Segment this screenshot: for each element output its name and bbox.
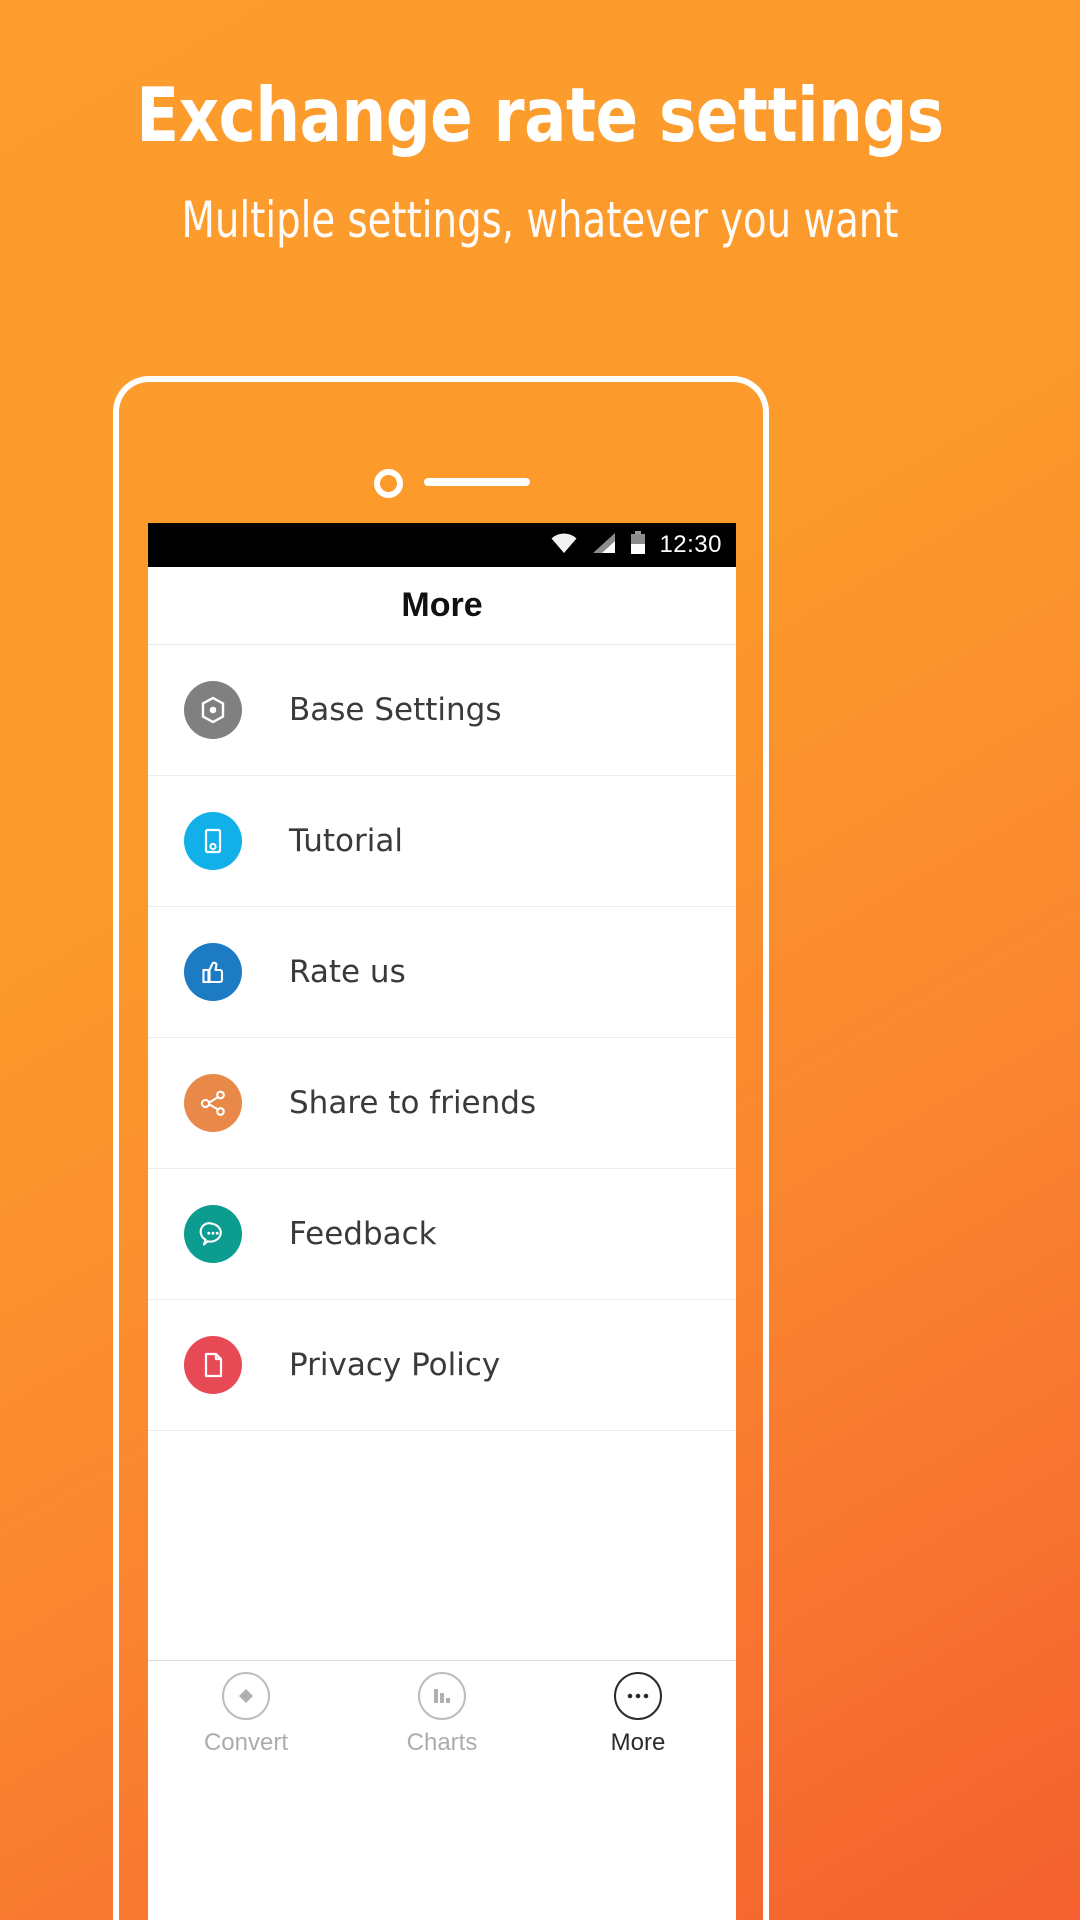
list-item-label: Feedback <box>289 1216 437 1252</box>
battery-icon <box>630 530 646 560</box>
tab-more[interactable]: More <box>540 1661 736 1757</box>
list-item-base-settings[interactable]: Base Settings <box>148 645 736 776</box>
ellipsis-icon <box>614 1672 662 1720</box>
list-item-feedback[interactable]: Feedback <box>148 1169 736 1300</box>
list-item-privacy-policy[interactable]: Privacy Policy <box>148 1300 736 1431</box>
camera-dot-icon <box>374 469 403 498</box>
status-bar: 12:30 <box>148 523 736 567</box>
page-subtitle: Multiple settings, whatever you want <box>181 191 899 249</box>
thumbs-up-icon <box>184 943 242 1001</box>
speaker-bar-icon <box>424 478 530 486</box>
list-item-label: Rate us <box>289 954 406 990</box>
cell-signal-icon <box>591 532 617 559</box>
tab-label: More <box>610 1729 666 1756</box>
tab-convert[interactable]: Convert <box>148 1661 344 1757</box>
page-title: Exchange rate settings <box>136 71 944 159</box>
wifi-icon <box>550 532 578 559</box>
list-item-label: Tutorial <box>289 823 403 859</box>
app-bar: More <box>148 567 736 645</box>
device-icon <box>184 812 242 870</box>
list-item-rate-us[interactable]: Rate us <box>148 907 736 1038</box>
list-item-share-to-friends[interactable]: Share to friends <box>148 1038 736 1169</box>
tab-label: Charts <box>406 1729 478 1756</box>
phone-screen: 12:30 More Base Settings Tutorial Rate u… <box>148 523 736 1920</box>
status-bar-time: 12:30 <box>659 531 722 558</box>
bar-chart-icon <box>418 1672 466 1720</box>
list-item-label: Privacy Policy <box>289 1347 501 1383</box>
document-icon <box>184 1336 242 1394</box>
tab-label: Convert <box>203 1729 289 1756</box>
chat-icon <box>184 1205 242 1263</box>
gear-hex-icon <box>184 681 242 739</box>
list-item-label: Share to friends <box>289 1085 537 1121</box>
tab-charts[interactable]: Charts <box>344 1661 540 1757</box>
promo-headline: Exchange rate settings Multiple settings… <box>0 0 1080 249</box>
app-bar-title: More <box>401 586 483 624</box>
list-item-label: Base Settings <box>289 692 502 728</box>
diamond-icon <box>222 1672 270 1720</box>
list-item-tutorial[interactable]: Tutorial <box>148 776 736 907</box>
share-icon <box>184 1074 242 1132</box>
bottom-tab-bar: Convert Charts More <box>148 1660 736 1765</box>
settings-list: Base Settings Tutorial Rate us Share to … <box>148 645 736 1660</box>
list-empty-space <box>148 1431 736 1660</box>
